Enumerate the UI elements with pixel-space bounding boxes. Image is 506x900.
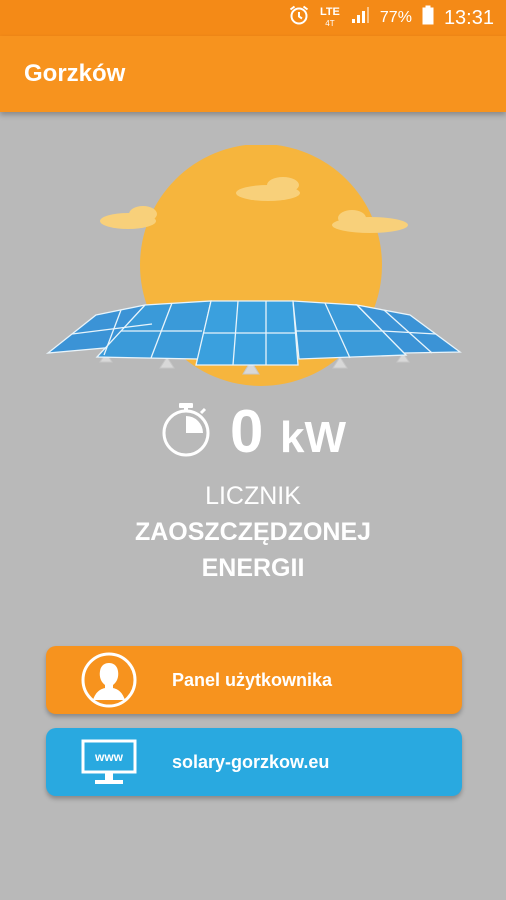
website-label: solary-gorzkow.eu [172,751,330,772]
www-text: www [94,750,124,764]
app-bar: Gorzków [0,36,506,112]
app-title: Gorzków [24,60,126,87]
counter-caption: LICZNIK ZAOSZCZĘDZONEJ ENERGII [0,478,506,586]
solar-panels [45,300,462,366]
signal-icon [350,5,370,31]
counter-unit: kW [280,412,347,462]
battery-percentage: 77% [379,9,412,26]
network-type: LTE [319,6,340,18]
sun-solar-panels-illustration [0,144,506,395]
lte-icon: LTE 4T [320,7,340,29]
website-button[interactable]: www solary-gorzkow.eu [46,728,462,796]
network-sub: 4T [325,19,335,28]
caption-line-3: ENERGII [201,554,305,582]
clock: 13:31 [443,6,494,29]
counter-number: 0 [229,397,264,465]
user-panel-button[interactable]: Panel użytkownika [46,646,462,714]
stopwatch-icon [160,399,212,464]
status-bar: LTE 4T 77% 13:31 [0,0,506,36]
energy-counter: 0 kW [0,396,506,466]
user-avatar-icon [46,651,172,709]
counter-value: 0 kW [230,397,346,466]
user-panel-label: Panel użytkownika [172,669,333,690]
alarm-icon [288,4,310,32]
battery-icon [422,5,434,31]
caption-line-2: ZAOSZCZĘDZONEJ [134,518,372,546]
www-monitor-icon: www [46,738,172,786]
caption-line-1: LICZNIK [205,482,301,510]
